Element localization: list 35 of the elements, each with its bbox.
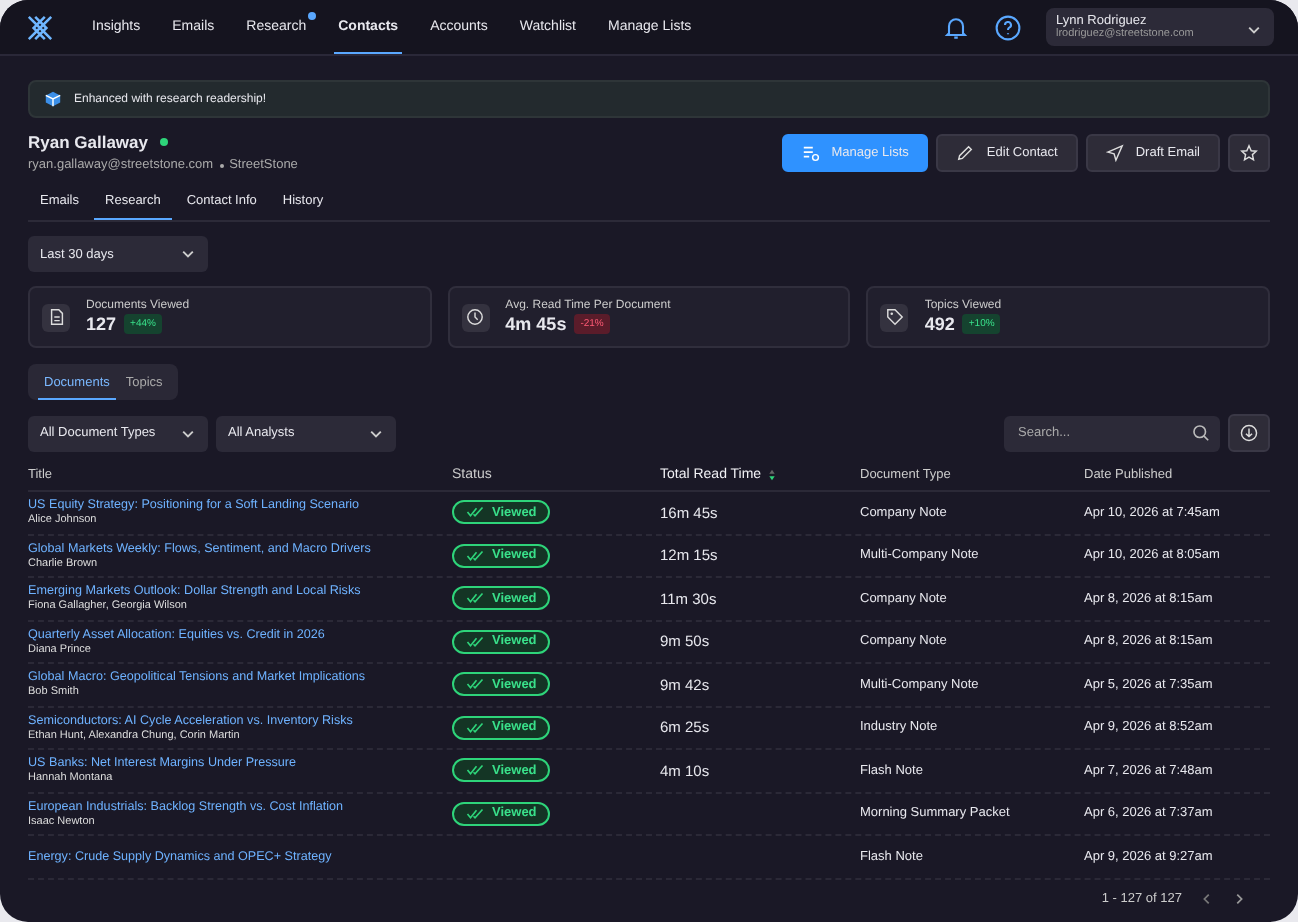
chevron-left-icon[interactable] (1200, 891, 1214, 905)
bell-icon[interactable] (942, 13, 970, 41)
double-check-icon (466, 549, 484, 562)
pencil-icon (956, 143, 975, 161)
stat-value: 4m 45s (505, 314, 567, 334)
star-icon (1240, 143, 1258, 161)
stat-value: 127 (86, 314, 117, 334)
double-check-icon (466, 721, 484, 734)
stat-value: 492 (924, 314, 955, 334)
chevron-down-icon (180, 425, 196, 441)
cube-icon (44, 90, 62, 108)
document-icon (47, 308, 65, 326)
chevron-right-icon[interactable] (1232, 891, 1246, 905)
double-check-icon (466, 635, 484, 648)
double-check-icon (466, 592, 484, 605)
list-icon (801, 143, 820, 161)
double-check-icon (466, 506, 484, 519)
contact-name: Ryan Gallaway (28, 132, 149, 152)
tag-icon (885, 308, 904, 326)
logo-icon (24, 11, 56, 43)
chevron-down-icon (1246, 22, 1262, 38)
chevron-down-icon (180, 246, 196, 262)
search-icon (1192, 424, 1210, 442)
download-icon (1240, 424, 1258, 442)
separator-dot (219, 163, 224, 167)
favorite-button[interactable] (1228, 133, 1270, 171)
paper-plane-icon (1105, 143, 1124, 161)
double-check-icon (466, 807, 484, 820)
help-icon[interactable] (994, 13, 1022, 41)
double-check-icon (466, 764, 484, 777)
download-button[interactable] (1228, 414, 1270, 452)
clock-icon (466, 308, 485, 326)
sort-icon[interactable] (767, 468, 776, 482)
chevron-down-icon (368, 425, 384, 441)
double-check-icon (466, 678, 484, 691)
